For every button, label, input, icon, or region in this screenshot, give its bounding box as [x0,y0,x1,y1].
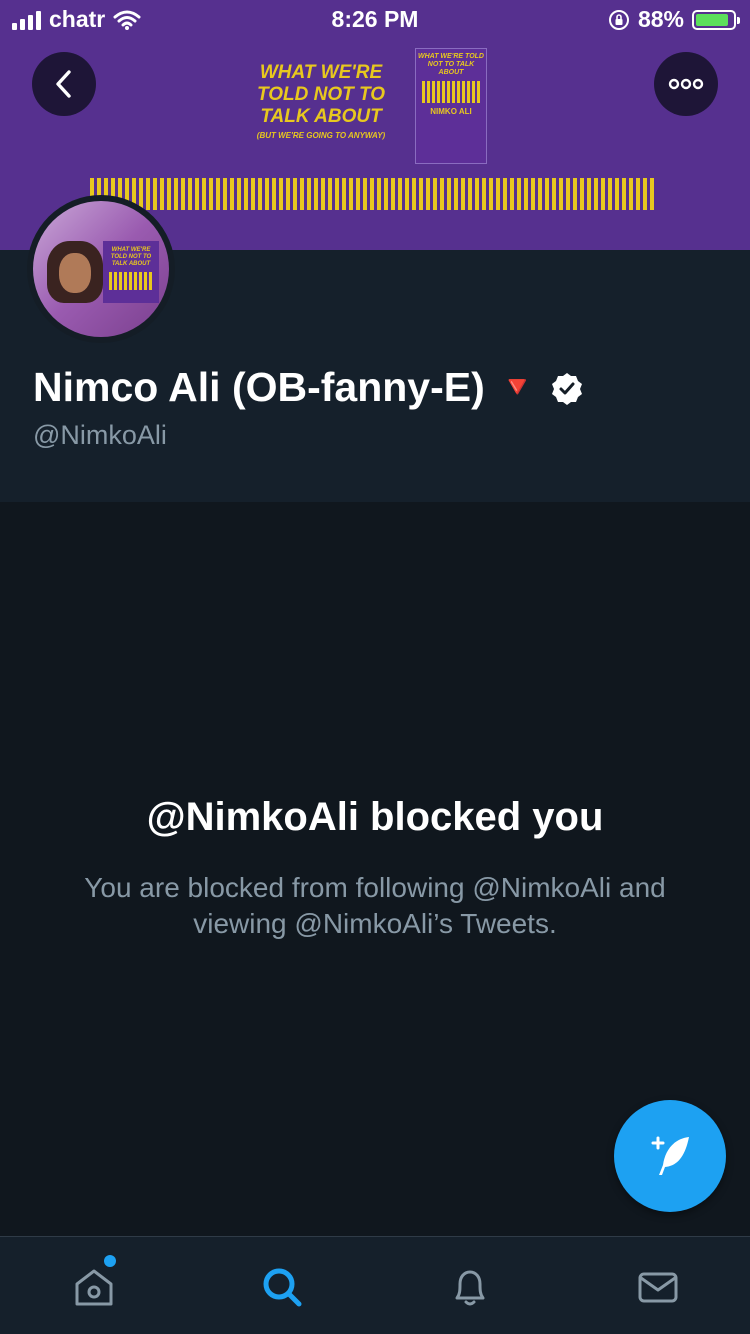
banner-title: WHAT WE'RE TOLD NOT TO TALK ABOUT [256,62,386,127]
bell-icon [455,1270,485,1306]
avatar-book-title: WHAT WE'RE TOLD NOT TO TALK ABOUT [110,247,152,267]
blocked-description: You are blocked from following @NimkoAli… [84,872,666,939]
tab-home[interactable] [70,1263,118,1311]
more-icon [668,78,704,90]
book-bars [422,81,480,103]
tab-notifications[interactable] [446,1263,494,1311]
red-triangle-emoji: 🔻 [498,371,537,404]
book-title: WHAT WE'RE TOLD NOT TO TALK ABOUT [418,53,484,76]
blocked-title: @NimkoAli blocked you [146,795,604,839]
chevron-left-icon [56,70,71,98]
tab-search[interactable] [258,1263,306,1311]
book-cover: WHAT WE'RE TOLD NOT TO TALK ABOUT NIMKO … [415,48,487,164]
orientation-lock-icon [608,9,629,30]
verified-badge-icon [552,372,583,405]
avatar-image: WHAT WE'RE TOLD NOT TO TALK ABOUT [33,201,169,337]
search-icon [263,1268,302,1307]
display-name-row: Nimco Ali (OB-fanny-E) 🔻 [33,364,584,411]
tab-messages[interactable] [634,1263,682,1311]
user-handle: @NimkoAli [33,420,167,450]
more-button[interactable] [654,52,718,116]
status-bar: chatr 8:26 PM 88% [0,0,750,40]
back-button[interactable] [32,52,96,116]
avatar[interactable]: WHAT WE'RE TOLD NOT TO TALK ABOUT [27,195,175,343]
compose-tweet-button[interactable] [614,1100,726,1212]
home-icon [75,1269,113,1306]
compose-feather-icon [651,1136,689,1175]
battery-icon [692,9,740,30]
banner-stripe [90,178,656,210]
mail-icon [638,1272,678,1303]
tab-bar [0,1236,750,1334]
banner-subtitle: (BUT WE'RE GOING TO ANYWAY) [256,131,386,140]
book-author: NIMKO ALI [430,107,472,116]
home-notification-dot [104,1255,116,1267]
display-name: Nimco Ali (OB-fanny-E) [33,364,485,410]
battery-percent: 88% [637,6,684,32]
